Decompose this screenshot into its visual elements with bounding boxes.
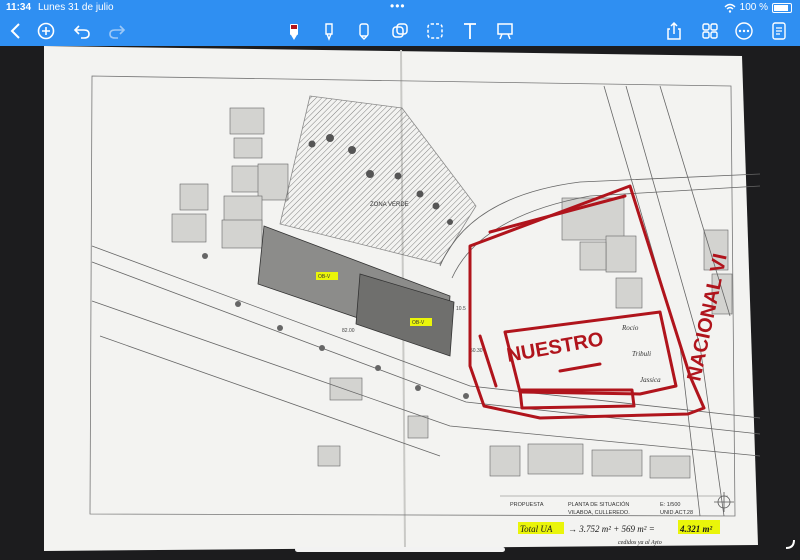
pen-icon[interactable] (282, 19, 306, 43)
parcel-note-1: Rocio (621, 324, 639, 332)
dim-label-2: 82.00 (342, 328, 355, 334)
yellow-tag-text-1: OB-V (318, 274, 331, 280)
zona-verde-label: ZONA VERDE (370, 202, 409, 208)
text-tool-icon[interactable] (458, 19, 482, 43)
dim-label-1: 10.5 (456, 306, 466, 312)
grid-icon[interactable] (698, 19, 722, 43)
yellow-tag-text-2: OB-V (412, 320, 425, 326)
battery-indicator: 100 % (724, 2, 792, 13)
total-label: Total UA (520, 524, 553, 534)
ceded-note: cedidos ya al Ayto (618, 540, 662, 546)
title-block-label: PROPUESTA (510, 502, 544, 508)
markup-toolbar (0, 16, 800, 46)
total-formula: → 3.752 m² + 569 m² = (568, 524, 655, 534)
share-icon[interactable] (662, 19, 686, 43)
total-result: 4.321 m² (679, 524, 713, 534)
eraser-icon[interactable] (388, 19, 412, 43)
add-icon[interactable] (34, 19, 58, 43)
parcel-note-2: Tribuli (632, 350, 651, 358)
highlighter-icon[interactable] (317, 19, 341, 43)
notes-icon[interactable] (767, 19, 791, 43)
whiteboard-icon[interactable] (493, 19, 517, 43)
pencil-icon[interactable] (352, 19, 376, 43)
status-time: 11:34 (6, 2, 32, 13)
status-bar: 11:34 Lunes 31 de julio ••• 100 % (0, 0, 800, 16)
home-indicator[interactable] (295, 547, 505, 552)
back-icon[interactable] (4, 19, 28, 43)
document-canvas[interactable]: ZONA VERDE OB-V OB-V 10.5 82.00 50.30 NU… (0, 46, 800, 555)
site-plan-photo: ZONA VERDE OB-V OB-V 10.5 82.00 50.30 NU… (44, 46, 761, 551)
title-block-code: UNID.ACT.28 (660, 510, 693, 516)
battery-icon (772, 2, 792, 13)
title-block-scale: E: 1/500 (660, 502, 681, 508)
resize-handle-icon[interactable] (784, 538, 796, 550)
multitask-dots[interactable]: ••• (390, 0, 406, 13)
undo-icon[interactable] (70, 19, 94, 43)
lasso-icon[interactable] (423, 19, 447, 43)
battery-label: 100 % (739, 2, 768, 13)
more-icon[interactable] (732, 19, 756, 43)
dim-label-3: 50.30 (470, 348, 483, 354)
parcel-note-3: Jassica (640, 376, 661, 384)
wifi-icon (724, 3, 736, 13)
status-date: Lunes 31 de julio (38, 2, 114, 13)
title-block-line1: PLANTA DE SITUACIÓN (568, 501, 629, 508)
redo-icon[interactable] (105, 19, 129, 43)
title-block-line2: VILABOA, CULLEREDO. (568, 510, 630, 516)
